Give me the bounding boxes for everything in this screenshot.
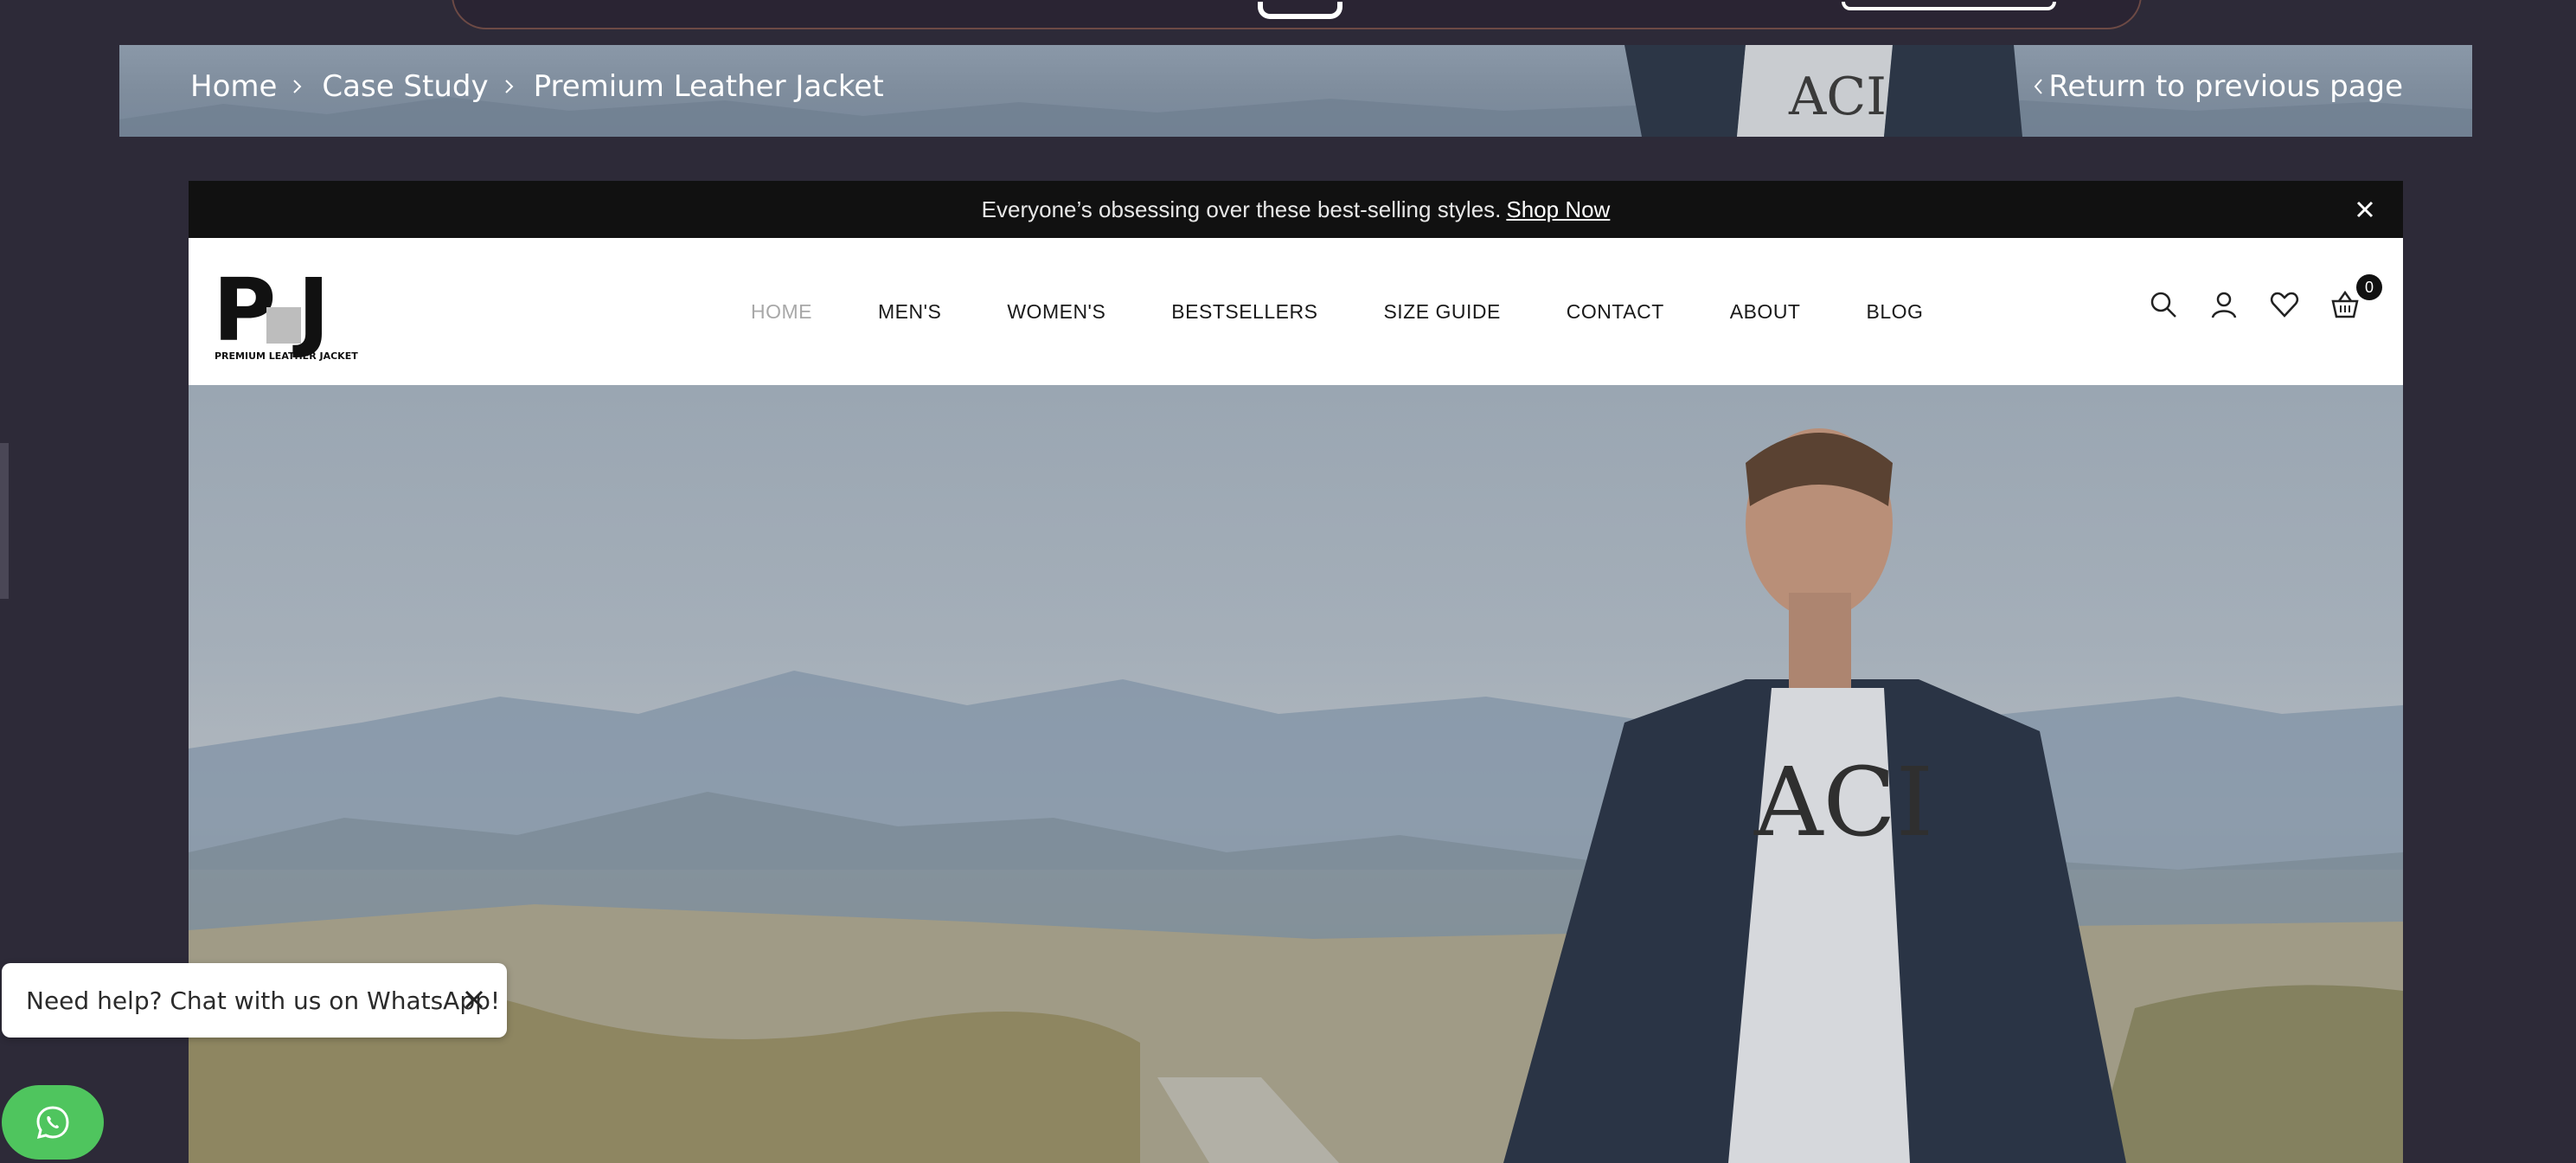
breadcrumb-case-study-link[interactable]: Case Study [322, 69, 488, 104]
hero-banner-image: ACI [189, 385, 2403, 1163]
banner-jacket-image: ACI [1624, 45, 2022, 137]
site-header: P J PREMIUM LEATHER JACKET HOME MEN'S WO… [189, 238, 2403, 386]
logo-tagline: PREMIUM LEATHER JACKET [215, 350, 358, 362]
wishlist-button[interactable] [2270, 290, 2299, 319]
return-link-label: Return to previous page [2048, 69, 2403, 104]
chevron-left-icon [2034, 79, 2043, 94]
nav-mens[interactable]: MEN'S [878, 300, 941, 324]
cart-button[interactable]: 0 [2330, 274, 2382, 319]
announcement-text: Everyone’s obsessing over these best-sel… [981, 196, 1502, 222]
breadcrumb-banner: ACI Home Case Study Premium Leather Jack… [119, 45, 2472, 137]
wishlist-icon [2270, 292, 2299, 318]
top-nav-logo-fragment [1258, 2, 1342, 19]
top-navigation-bar-partial [452, 0, 2142, 29]
chevron-right-icon [289, 76, 306, 97]
whatsapp-help-text: Need help? Chat with us on WhatsApp! [26, 986, 501, 1015]
shop-now-link[interactable]: Shop Now [1506, 196, 1610, 223]
svg-text:J: J [292, 264, 330, 361]
breadcrumb: Home Case Study Premium Leather Jacket [190, 69, 884, 104]
search-icon [2150, 292, 2176, 318]
top-nav-button-fragment[interactable] [1842, 2, 2056, 10]
nav-bestsellers[interactable]: BESTSELLERS [1171, 300, 1317, 324]
nav-size-guide[interactable]: SIZE GUIDE [1383, 300, 1500, 324]
main-navigation: HOME MEN'S WOMEN'S BESTSELLERS SIZE GUID… [751, 238, 1923, 385]
announcement-bar: Everyone’s obsessing over these best-sel… [189, 181, 2403, 238]
plj-logo[interactable]: P J PREMIUM LEATHER JACKET [213, 264, 362, 363]
close-icon[interactable] [464, 989, 484, 1010]
hero-desert-scene: ACI [189, 428, 2403, 1163]
search-button[interactable] [2149, 290, 2178, 319]
chevron-right-icon [501, 76, 518, 97]
breadcrumb-current-page: Premium Leather Jacket [533, 69, 884, 104]
breadcrumb-home-link[interactable]: Home [190, 69, 277, 104]
nav-contact[interactable]: CONTACT [1567, 300, 1664, 324]
account-icon [2211, 292, 2237, 318]
cart-count-badge: 0 [2356, 274, 2382, 300]
whatsapp-chat-button[interactable] [2, 1085, 104, 1160]
svg-text:ACI: ACI [1753, 747, 1933, 858]
close-icon[interactable] [2355, 199, 2375, 220]
account-button[interactable] [2209, 290, 2239, 319]
nav-blog[interactable]: BLOG [1866, 300, 1923, 324]
header-tools: 0 [2149, 274, 2382, 319]
website-preview: Everyone’s obsessing over these best-sel… [189, 181, 2403, 1163]
nav-womens[interactable]: WOMEN'S [1007, 300, 1105, 324]
cart-icon [2331, 290, 2359, 318]
whatsapp-icon [36, 1106, 69, 1140]
nav-home[interactable]: HOME [751, 300, 812, 324]
svg-text:ACI: ACI [1788, 67, 1887, 127]
whatsapp-help-popup: Need help? Chat with us on WhatsApp! [2, 963, 507, 1038]
nav-about[interactable]: ABOUT [1730, 300, 1801, 324]
side-feedback-tab[interactable] [0, 443, 9, 599]
return-to-previous-page-link[interactable]: Return to previous page [2031, 69, 2403, 104]
